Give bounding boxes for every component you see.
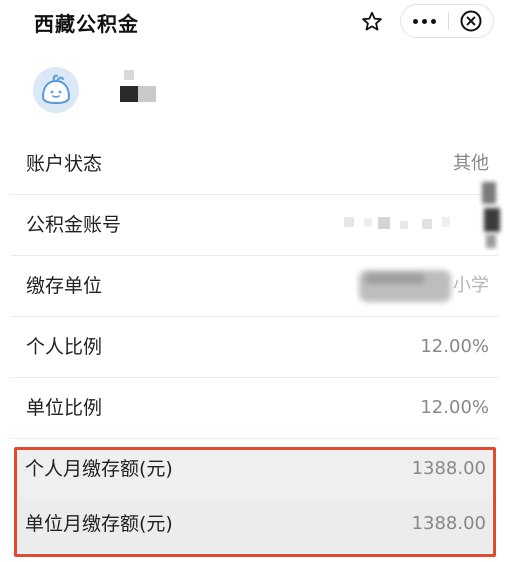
favorite-button[interactable]: [354, 6, 390, 38]
mask-pixel: [138, 86, 156, 102]
row-label: 缴存单位: [26, 275, 103, 297]
obscured-edge: [482, 182, 500, 248]
obscured-account-number: [344, 217, 450, 229]
mask-pixel: [120, 86, 138, 102]
avatar[interactable]: [32, 66, 80, 114]
row-account-number: 公积金账号: [10, 195, 499, 256]
row-value: 小学: [453, 275, 489, 296]
row-personal-monthly-deposit: 个人月缴存额(元) 1388.00: [17, 447, 492, 499]
close-button[interactable]: [449, 5, 493, 37]
app-page: 西藏公积金 账户状态 其他 公积金账号 缴存单位 小学 个人比例 12.00% …: [0, 0, 509, 562]
row-employer-ratio: 单位比例 12.00%: [10, 378, 499, 439]
mask-pixel: [124, 70, 134, 80]
star-icon: [362, 11, 382, 31]
page-title: 西藏公积金: [34, 12, 139, 36]
close-circle-icon: [460, 10, 482, 32]
obscured-employer-name: [359, 270, 451, 302]
row-employer: 缴存单位 小学: [10, 256, 499, 317]
menu-capsule: [400, 4, 494, 38]
masked-user-name: [120, 70, 156, 102]
top-bar: 西藏公积金: [0, 0, 509, 44]
row-employer-monthly-deposit: 单位月缴存额(元) 1388.00: [17, 499, 492, 553]
row-personal-ratio: 个人比例 12.00%: [10, 317, 499, 378]
row-label: 个人比例: [26, 336, 103, 358]
row-label: 单位月缴存额(元): [25, 513, 173, 535]
row-label: 账户状态: [26, 153, 103, 175]
more-dot: [422, 18, 428, 24]
row-value: 12.00%: [420, 397, 489, 418]
more-dots-icon: [413, 18, 419, 24]
account-info-list: 账户状态 其他 公积金账号 缴存单位 小学 个人比例 12.00% 单位比例 1…: [0, 134, 509, 553]
row-label: 公积金账号: [26, 214, 122, 236]
row-account-status: 账户状态 其他: [10, 134, 499, 195]
row-label: 单位比例: [26, 397, 103, 419]
more-button[interactable]: [401, 5, 448, 37]
row-value: 1388.00: [411, 513, 486, 534]
row-label: 个人月缴存额(元): [25, 458, 173, 480]
row-value: 1388.00: [411, 458, 486, 479]
more-dot: [431, 18, 437, 24]
row-value: 12.00%: [420, 336, 489, 357]
bun-avatar-icon: [33, 67, 79, 113]
